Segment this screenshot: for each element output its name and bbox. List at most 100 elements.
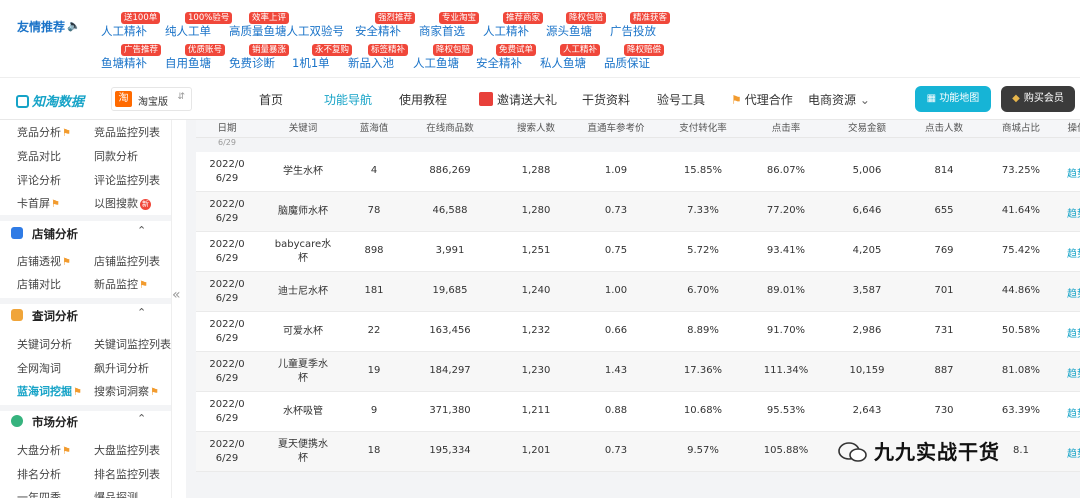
sidebar-item-competitor-compare[interactable]: 竞品对比: [17, 148, 61, 164]
trend-link[interactable]: 趋势: [1062, 205, 1080, 220]
col-blue-value[interactable]: 蓝海值: [348, 120, 400, 134]
friend-link[interactable]: 新品入池: [348, 55, 394, 71]
cell-keyword-line: 杯: [298, 453, 308, 464]
friend-link[interactable]: 鱼塘精补: [101, 55, 147, 71]
col-amount[interactable]: 交易金额: [826, 120, 908, 134]
trend-link[interactable]: 趋势: [1062, 365, 1080, 380]
sidebar-item-rank-monitor[interactable]: 排名监控列表: [94, 466, 160, 482]
sidebar-item-image-search[interactable]: 以图搜款新: [94, 195, 151, 211]
trend-link[interactable]: 趋势: [1062, 165, 1080, 180]
sidebar-item-label: 店铺透视: [17, 255, 61, 268]
col-date[interactable]: 日期: [196, 120, 258, 134]
cell-mall: 44.86%: [1001, 285, 1041, 296]
table-row[interactable]: 2022/0 6/29 可爱水杯 22 163,456 1,232 0.66 8.89% 91.…: [196, 312, 1080, 352]
friend-link[interactable]: 源头鱼塘: [546, 23, 592, 39]
cell-date-line: 2022/0: [209, 319, 245, 330]
nav-ecommerce[interactable]: 电商资源 ⌄: [808, 91, 870, 108]
sidebar-item-store-insight[interactable]: 店铺透视⚑: [17, 253, 71, 269]
sidebar-item-search-insight[interactable]: 搜索词洞察⚑: [94, 383, 159, 399]
friend-link[interactable]: 1机1单: [292, 55, 330, 71]
table-row[interactable]: 2022/0 6/29 水杯吸管 9 371,380 1,211 0.88 10.68% 95.…: [196, 392, 1080, 432]
friend-link[interactable]: 广告投放: [610, 23, 656, 39]
group-keyword-analysis[interactable]: 查词分析 ⌃: [0, 301, 171, 331]
sidebar-item-market-monitor[interactable]: 大盘监控列表: [94, 442, 160, 458]
table-row[interactable]: 2022/0 6/29 学生水杯 4 886,269 1,288 1.09 15.85% 86.…: [196, 152, 1080, 192]
col-pay-conversion[interactable]: 支付转化率: [660, 120, 746, 134]
cell-ctr: 77.20%: [766, 205, 806, 216]
nav-invite[interactable]: 邀请送大礼: [479, 91, 557, 108]
col-searchers[interactable]: 搜索人数: [500, 120, 572, 134]
group-label: 店铺分析: [32, 227, 78, 241]
sidebar-item-same-product[interactable]: 同款分析: [94, 148, 138, 164]
friend-link[interactable]: 安全精补: [355, 23, 401, 39]
trend-link[interactable]: 趋势: [1062, 325, 1080, 340]
table-row[interactable]: 2022/0 6/29 迪士尼水杯 181 19,685 1,240 1.00 6.70% 89…: [196, 272, 1080, 312]
sidebar-item-seasons[interactable]: 一年四季: [17, 489, 61, 498]
cell-keyword-line: 杯: [298, 373, 308, 384]
cell-amount: 2,643: [852, 405, 882, 416]
sidebar-item-new-product-monitor[interactable]: 新品监控⚑: [94, 276, 148, 292]
col-ctr[interactable]: 点击率: [746, 120, 826, 134]
col-ztc-price[interactable]: 直通车参考价: [572, 120, 660, 134]
sidebar-item-market-analysis[interactable]: 大盘分析⚑: [17, 442, 71, 458]
friend-link[interactable]: 商家首选: [419, 23, 465, 39]
nav-function-guide[interactable]: 功能导航: [324, 91, 372, 108]
cell-keyword: 迪士尼水杯: [258, 285, 348, 299]
sidebar-item-keyword-analysis[interactable]: 关键词分析: [17, 336, 72, 352]
friend-link[interactable]: 自用鱼塘: [165, 55, 211, 71]
table-row[interactable]: 2022/0 6/29 儿童夏季水杯 19 184,297 1,230 1.43 17.36%…: [196, 352, 1080, 392]
friend-link[interactable]: 人工精补: [101, 23, 147, 39]
buy-member-button[interactable]: ◆ 购买会员: [1001, 86, 1075, 112]
sidebar-item-competitor-analysis[interactable]: 竞品分析⚑: [17, 124, 71, 140]
nav-agent-label: 代理合作: [744, 93, 793, 107]
nav-tutorial[interactable]: 使用教程: [399, 91, 447, 108]
friend-link[interactable]: 人工精补: [483, 23, 529, 39]
friend-links-bar: 友情推荐 🔈 送100单 人工精补 100%验号 纯人工单 效率上评 高质量鱼塘人工双验号…: [0, 0, 1080, 78]
friend-link[interactable]: 免费诊断: [229, 55, 275, 71]
friend-link[interactable]: 品质保证: [604, 55, 650, 71]
nav-home[interactable]: 首页: [259, 91, 283, 108]
function-map-button[interactable]: ▦ 功能地图: [915, 86, 991, 112]
sidebar-item-first-screen[interactable]: 卡首屏⚑: [17, 195, 60, 211]
sidebar-item-keyword-monitor[interactable]: 关键词监控列表: [94, 336, 171, 352]
sidebar-item-hot-detect[interactable]: 爆品探测: [94, 489, 138, 498]
platform-select[interactable]: 淘 淘宝版 ⇵: [111, 87, 192, 111]
table-row[interactable]: 2022/0 6/29 脑魔师水杯 78 46,588 1,280 0.73 7.33% 77.…: [196, 192, 1080, 232]
friend-link[interactable]: 私人鱼塘: [540, 55, 586, 71]
group-store-analysis[interactable]: 店铺分析 ⌃: [0, 219, 171, 249]
sidebar-item-review-analysis[interactable]: 评论分析: [17, 172, 61, 188]
col-mall-share[interactable]: 商城占比: [980, 120, 1062, 134]
nav-agent[interactable]: ⚑ 代理合作: [731, 91, 793, 108]
friend-link[interactable]: 纯人工单: [165, 23, 211, 39]
col-online-count[interactable]: 在线商品数: [400, 120, 500, 134]
sidebar-item-store-compare[interactable]: 店铺对比: [17, 276, 61, 292]
nav-resources[interactable]: 干货资料: [582, 91, 630, 108]
cell-ctr: 93.41%: [766, 245, 806, 256]
friend-link[interactable]: 高质量鱼塘人工双验号: [229, 23, 344, 39]
trend-link[interactable]: 趋势: [1062, 405, 1080, 420]
trend-link[interactable]: 趋势: [1062, 285, 1080, 300]
sidebar-item-store-monitor[interactable]: 店铺监控列表: [94, 253, 160, 269]
trend-link[interactable]: 趋势: [1062, 245, 1080, 260]
friend-link[interactable]: 人工鱼塘: [413, 55, 459, 71]
col-clicks[interactable]: 点击人数: [908, 120, 980, 134]
group-market-analysis[interactable]: 市场分析 ⌃: [0, 407, 171, 437]
cell-conv: 17.36%: [683, 365, 723, 376]
sidebar-item-rank-analysis[interactable]: 排名分析: [17, 466, 61, 482]
logo[interactable]: 知淘数据: [16, 91, 84, 110]
sidebar-item-blue-ocean[interactable]: 蓝海词挖掘⚑: [17, 383, 82, 399]
cell-search: 1,230: [521, 365, 551, 376]
collapse-sidebar-icon[interactable]: «: [172, 287, 181, 303]
new-badge: 新: [140, 199, 151, 210]
col-keyword[interactable]: 关键词: [258, 120, 348, 134]
table-row[interactable]: 2022/0 6/29 babycare水杯 898 3,991 1,251 0.75 5.7…: [196, 232, 1080, 272]
sidebar-item-competitor-monitor[interactable]: 竞品监控列表: [94, 124, 160, 140]
friend-link[interactable]: 安全精补: [476, 55, 522, 71]
cell-search: 1,280: [521, 205, 551, 216]
sidebar-item-rising-words[interactable]: 飙升词分析: [94, 360, 149, 376]
vip-badge-icon: ⚑: [62, 446, 71, 457]
nav-account-tool[interactable]: 验号工具: [657, 91, 705, 108]
sidebar-item-review-monitor[interactable]: 评论监控列表: [94, 172, 160, 188]
sidebar-item-all-network-words[interactable]: 全网淘词: [17, 360, 61, 376]
trend-link[interactable]: 趋势: [1062, 445, 1080, 460]
